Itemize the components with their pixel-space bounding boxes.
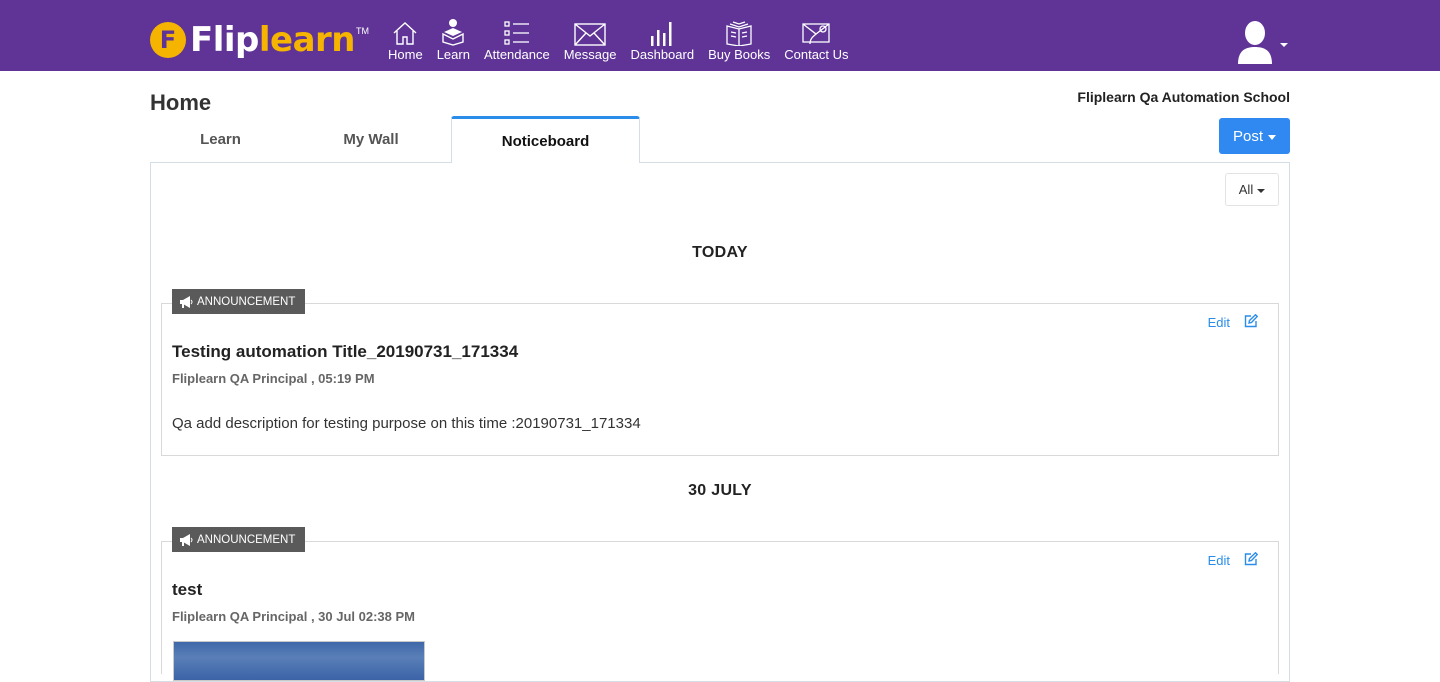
nav-label-buy-books: Buy Books [708,47,771,62]
logo-trademark: TM [356,26,370,36]
home-icon [392,18,418,46]
date-group-heading: TODAY [692,244,748,261]
main-nav: Home Learn Attendance Message Dashboard [388,18,849,64]
tab-noticeboard[interactable]: Noticeboard [451,116,640,163]
nav-item-buy-books[interactable]: Buy Books [708,18,770,64]
logo-text: Fliplearn [190,20,356,60]
notice-card: Edit Testing automation Title_20190731_1… [161,303,1279,456]
chevron-down-icon [1268,134,1276,140]
post-button[interactable]: Post [1219,118,1290,154]
edit-label: Edit [1207,553,1230,568]
school-name: Fliplearn Qa Automation School [1077,89,1290,105]
nav-item-dashboard[interactable]: Dashboard [630,18,694,64]
chevron-down-icon [1280,42,1288,47]
nav-label-dashboard: Dashboard [630,47,695,62]
nav-label-contact-us: Contact Us [784,47,849,62]
logo-text-accent: learn [258,20,356,60]
notice-image-thumbnail[interactable] [173,641,425,681]
nav-label-attendance: Attendance [483,47,550,62]
date-group-heading: 30 JULY [688,482,752,499]
nav-item-home[interactable]: Home [388,18,423,64]
user-menu[interactable] [1236,20,1288,69]
badge-label: ANNOUNCEMENT [197,295,296,308]
notice-meta: Fliplearn QA Principal , 05:19 PM [172,371,375,386]
nav-item-attendance[interactable]: Attendance [484,18,550,64]
notice-title: Testing automation Title_20190731_171334 [172,342,519,361]
nav-item-contact-us[interactable]: Contact Us [784,18,849,64]
nav-item-learn[interactable]: Learn [437,18,470,64]
notice-meta: Fliplearn QA Principal , 30 Jul 02:38 PM [172,609,415,624]
badge-label: ANNOUNCEMENT [197,533,296,546]
edit-label: Edit [1207,315,1230,330]
filter-selected: All [1238,182,1254,197]
notice-card: Edit test Fliplearn QA Principal , 30 Ju… [161,541,1279,681]
home-tabs: Learn My Wall Noticeboard [150,116,640,163]
notice-title: test [172,580,203,599]
nav-item-message[interactable]: Message [563,18,617,64]
logo-badge: F [150,22,186,58]
edit-button[interactable]: Edit [1207,551,1259,569]
top-navbar: F Fliplearn TM Home Learn Attendance Mes… [0,0,1440,71]
tab-my-wall[interactable]: My Wall [291,116,451,163]
edit-pencil-icon [1244,313,1259,331]
fliplearn-logo[interactable]: F Fliplearn TM [150,20,369,60]
book-icon [724,18,754,46]
nav-label-message: Message [563,47,617,62]
logo-text-main: Flip [190,20,259,60]
contact-envelope-icon [801,18,831,46]
page-title: Home [150,90,212,115]
tab-learn[interactable]: Learn [150,116,291,163]
bar-chart-icon [648,18,676,46]
megaphone-icon [179,533,193,546]
announcement-badge: ANNOUNCEMENT [172,527,306,552]
attendance-list-icon [503,18,531,46]
post-button-label: Post [1232,127,1263,145]
learn-icon [440,18,466,46]
envelope-icon [574,18,606,46]
nav-label-home: Home [388,47,423,62]
edit-button[interactable]: Edit [1207,313,1259,331]
announcement-badge: ANNOUNCEMENT [172,289,306,314]
megaphone-icon [179,295,193,308]
user-avatar-icon [1236,20,1274,69]
chevron-down-icon [1257,188,1266,193]
notice-description: Qa add description for testing purpose o… [172,415,641,432]
nav-label-learn: Learn [436,47,470,62]
filter-dropdown[interactable]: All [1225,173,1279,206]
edit-pencil-icon [1244,551,1259,569]
